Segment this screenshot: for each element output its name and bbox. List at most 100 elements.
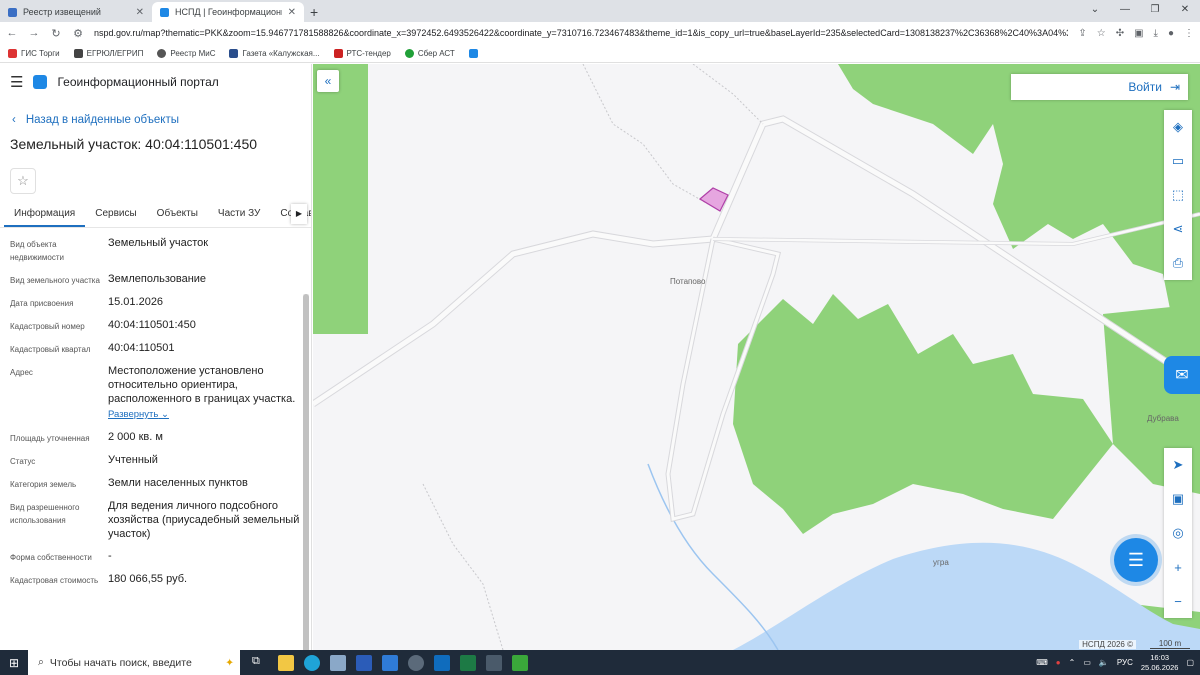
- search-icon: ⌕: [38, 656, 44, 668]
- property-row: Вид объекта недвижимости Земельный участо…: [10, 237, 209, 262]
- download-icon[interactable]: ⤓: [1154, 28, 1158, 39]
- scrollbar-thumb[interactable]: [303, 294, 309, 650]
- village-label: Дубрава: [1147, 414, 1179, 423]
- bookmark-icon: [404, 48, 414, 58]
- bookmark-item[interactable]: Газета «Калужская...: [229, 48, 320, 58]
- panel-header: ☰ Геоинформационный портал: [0, 64, 311, 100]
- browser-tab-1[interactable]: НСПД | Геоинформационный п ✕: [152, 2, 304, 22]
- expand-link[interactable]: Развернуть ⌄: [108, 408, 169, 422]
- chrome-icon[interactable]: [408, 654, 424, 671]
- notifications-icon[interactable]: ▢: [1186, 658, 1194, 667]
- chevron-right-icon[interactable]: ▶: [291, 204, 307, 224]
- panel-scrollbar[interactable]: [303, 294, 309, 650]
- property-row: Вид разрешенного использования Для ведени…: [10, 500, 300, 540]
- site-info-icon[interactable]: ⚙: [72, 27, 84, 40]
- map-view[interactable]: Потапово Дубрава угра « Войти ⇥ ◈ ▭ ⬚ ⋖ …: [313, 64, 1200, 650]
- tab-services[interactable]: Сервисы: [85, 202, 146, 227]
- print-icon[interactable]: ⎙: [1164, 246, 1192, 280]
- property-row: Форма собственности -: [10, 550, 112, 562]
- property-row: Адрес Местоположение установлено относит…: [10, 364, 301, 422]
- address-value: Местоположение установлено относительно …: [108, 365, 296, 405]
- minimize-icon[interactable]: —: [1110, 0, 1140, 22]
- assistant-badge-icon[interactable]: ✉: [1164, 356, 1200, 394]
- forward-arrow-icon[interactable]: →: [28, 27, 40, 39]
- sparkle-icon: ✦: [225, 656, 234, 669]
- login-button[interactable]: Войти ⇥: [1011, 74, 1188, 100]
- new-tab-icon[interactable]: +: [310, 4, 318, 20]
- store-icon[interactable]: [330, 654, 346, 671]
- close-icon[interactable]: ✕: [288, 7, 296, 18]
- chevron-left-icon: ‹: [12, 114, 16, 126]
- share-icon[interactable]: ⇪: [1078, 28, 1086, 39]
- browser-tab-0[interactable]: Реестр извещений ✕: [0, 2, 152, 22]
- map-scale: 100 m: [1150, 639, 1190, 649]
- maximize-icon[interactable]: ❐: [1140, 0, 1170, 22]
- windows-start-icon[interactable]: ⊞: [0, 656, 28, 670]
- bookmark-icon: [229, 48, 239, 58]
- bookmark-item[interactable]: ЕГРЮЛ/ЕГРИП: [73, 48, 143, 58]
- ruler-icon[interactable]: ▭: [1164, 144, 1192, 178]
- mail-icon[interactable]: [382, 654, 398, 671]
- back-arrow-icon[interactable]: ←: [6, 27, 18, 39]
- close-icon[interactable]: ✕: [136, 7, 144, 18]
- clock-date: 25.06.2026: [1140, 662, 1179, 672]
- extensions-icon[interactable]: ✣: [1116, 28, 1124, 39]
- profile-icon[interactable]: ●: [1168, 28, 1174, 39]
- browser-tab-bar: Реестр извещений ✕ НСПД | Геоинформацион…: [0, 0, 1200, 22]
- bookmark-item[interactable]: [468, 48, 478, 58]
- sidebar-icon[interactable]: ▣: [1134, 28, 1143, 39]
- geolocation-icon[interactable]: ◎: [1164, 516, 1192, 550]
- back-link[interactable]: ‹ Назад в найденные объекты: [0, 100, 311, 130]
- network-icon[interactable]: ▭: [1083, 658, 1091, 667]
- taskbar-search[interactable]: ⌕ Чтобы начать поиск, введите ✦: [28, 650, 240, 675]
- chevron-down-icon[interactable]: ⌄: [1080, 0, 1110, 22]
- language-indicator[interactable]: РУС: [1117, 658, 1133, 667]
- bookmark-item[interactable]: Сбер АСТ: [404, 48, 455, 58]
- zoom-in-icon[interactable]: +: [1164, 550, 1192, 584]
- property-row: Дата присвоения 15.01.2026: [10, 296, 164, 308]
- excel-icon[interactable]: [460, 654, 476, 671]
- close-window-icon[interactable]: ✕: [1170, 0, 1200, 22]
- property-row: Категория земель Земли населенных пунктов: [10, 477, 248, 489]
- collapse-panel-icon[interactable]: «: [317, 70, 339, 92]
- village-label: Потапово: [670, 277, 706, 286]
- home-app-icon[interactable]: [512, 654, 528, 671]
- outlook-icon[interactable]: [434, 654, 450, 671]
- url-field[interactable]: nspd.gov.ru/map?thematic=PKK&zoom=15.946…: [94, 28, 1068, 38]
- bookmark-star-icon[interactable]: ☆: [1097, 28, 1106, 39]
- basemap-icon[interactable]: ▣: [1164, 482, 1192, 516]
- explorer-icon[interactable]: [278, 654, 294, 671]
- tab-objects[interactable]: Объекты: [147, 202, 208, 227]
- clock[interactable]: 16:03 25.06.2026: [1141, 653, 1179, 673]
- map-attribution: НСПД 2026 ©: [1079, 640, 1136, 649]
- bookmark-item[interactable]: Реестр МиС: [157, 48, 215, 58]
- share-icon[interactable]: ⋖: [1164, 212, 1192, 246]
- edge-icon[interactable]: [304, 654, 320, 671]
- taskbar-apps: ⧉: [252, 654, 528, 671]
- favorite-star-icon[interactable]: ☆: [10, 168, 36, 194]
- tab-parts[interactable]: Части ЗУ: [208, 202, 270, 227]
- bookmark-item[interactable]: ГИС Торги: [8, 48, 60, 58]
- task-view-icon[interactable]: ⧉: [252, 655, 268, 671]
- bookmark-icon: [8, 48, 17, 58]
- chat-icon[interactable]: ☰: [1114, 538, 1158, 582]
- hamburger-menu-icon[interactable]: ☰: [10, 73, 23, 91]
- word-icon[interactable]: [356, 654, 372, 671]
- volume-icon[interactable]: 🔈: [1099, 658, 1109, 667]
- tab-favicon: [8, 7, 17, 17]
- locate-icon[interactable]: ➤: [1164, 448, 1192, 482]
- forest-area: [838, 64, 1200, 324]
- tab-title: Реестр извещений: [23, 7, 101, 17]
- select-area-icon[interactable]: ⬚: [1164, 178, 1192, 212]
- tab-favicon: [160, 7, 169, 17]
- bookmark-item[interactable]: РТС-тендер: [333, 48, 391, 58]
- tray-app-icon[interactable]: ●: [1056, 658, 1061, 667]
- tab-info[interactable]: Информация: [4, 202, 86, 227]
- layers-icon[interactable]: ◈: [1164, 110, 1192, 144]
- reload-icon[interactable]: ↻: [50, 27, 62, 40]
- zoom-out-icon[interactable]: −: [1164, 584, 1192, 618]
- chevron-up-icon[interactable]: ⌃: [1069, 658, 1076, 667]
- menu-icon[interactable]: ⋮: [1184, 28, 1194, 39]
- keyboard-icon[interactable]: ⌨: [1036, 658, 1048, 667]
- calculator-icon[interactable]: [486, 654, 502, 671]
